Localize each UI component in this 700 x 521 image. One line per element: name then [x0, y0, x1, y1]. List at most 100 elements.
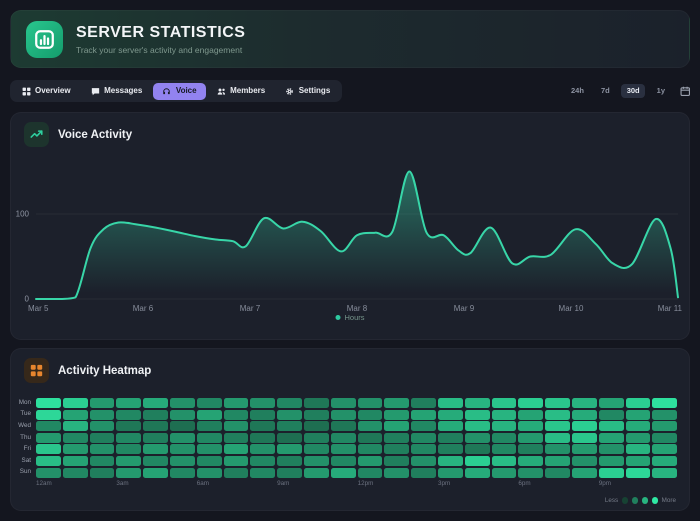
- heatmap-hour-label: 12am: [36, 481, 61, 487]
- heatmap-cell: [143, 421, 168, 431]
- heatmap-hour-label: [143, 481, 168, 487]
- heatmap-cell: [304, 410, 329, 420]
- calendar-button[interactable]: [677, 86, 691, 97]
- nav-row: OverviewMessagesVoiceMembers Settings 24h…: [10, 79, 690, 103]
- tab-bar: OverviewMessagesVoiceMembers Settings: [10, 80, 342, 102]
- tab-overview[interactable]: Overview: [13, 83, 80, 100]
- heatmap-hour-label: [492, 481, 517, 487]
- heatmap-legend-less: Less: [605, 497, 618, 504]
- heatmap-cell: [63, 444, 88, 454]
- heatmap-cell: [331, 421, 356, 431]
- heatmap-cell: [304, 421, 329, 431]
- x-tick-label: Mar 10: [559, 304, 584, 313]
- heatmap-cell: [465, 410, 490, 420]
- heatmap-cell: [250, 456, 275, 466]
- heatmap-cell: [518, 421, 543, 431]
- heatmap-day-label: Wed: [17, 423, 34, 429]
- heatmap-cell: [358, 468, 383, 478]
- heatmap-hour-label: [465, 481, 490, 487]
- heatmap-day-label: Mon: [17, 400, 34, 406]
- heatmap-cell: [331, 398, 356, 408]
- heatmap-cell: [438, 468, 463, 478]
- heatmap-cell: [331, 444, 356, 454]
- x-tick-label: Mar 7: [240, 304, 261, 313]
- heatmap-hour-label: [384, 481, 409, 487]
- heatmap-cell: [116, 468, 141, 478]
- heatmap-hour-label: [652, 481, 677, 487]
- heatmap-cell: [438, 421, 463, 431]
- heatmap-cell: [492, 468, 517, 478]
- tab-label: Settings: [299, 87, 331, 95]
- heatmap-cell: [36, 410, 61, 420]
- x-tick-label: Mar 9: [454, 304, 475, 313]
- tab-members[interactable]: Members: [208, 83, 275, 100]
- heatmap-cell: [143, 398, 168, 408]
- heatmap-cell: [465, 433, 490, 443]
- voice-panel-title: Voice Activity: [58, 129, 132, 141]
- range-30d[interactable]: 30d: [621, 84, 645, 99]
- heatmap-cell: [465, 444, 490, 454]
- heatmap-cell: [331, 456, 356, 466]
- heatmap-cell: [36, 468, 61, 478]
- heatmap-cell: [250, 444, 275, 454]
- heatmap-cell: [384, 468, 409, 478]
- tab-settings[interactable]: Settings: [276, 83, 339, 100]
- grid-icon: [30, 364, 43, 377]
- heatmap-cell: [90, 421, 115, 431]
- heatmap-cell: [438, 444, 463, 454]
- heatmap-cell: [90, 398, 115, 408]
- heatmap-cell: [358, 398, 383, 408]
- x-tick-label: Mar 5: [28, 304, 49, 313]
- y-tick-label: 0: [25, 295, 30, 304]
- heatmap-cell: [170, 421, 195, 431]
- heatmap-cell: [572, 433, 597, 443]
- headphones-icon: [162, 87, 171, 96]
- grid-icon: [22, 87, 31, 96]
- heatmap-cell: [170, 444, 195, 454]
- range-7d[interactable]: 7d: [595, 84, 615, 99]
- tab-messages[interactable]: Messages: [82, 83, 152, 100]
- heatmap-legend-more: More: [662, 497, 676, 504]
- heatmap-cell: [170, 433, 195, 443]
- heatmap-cell: [90, 410, 115, 420]
- heatmap-cell: [626, 421, 651, 431]
- heatmap-cell: [197, 410, 222, 420]
- heatmap-cell: [384, 444, 409, 454]
- range-24h[interactable]: 24h: [566, 84, 590, 99]
- heatmap-hour-label: [90, 481, 115, 487]
- heatmap-cell: [143, 468, 168, 478]
- heatmap-cell: [197, 433, 222, 443]
- heatmap-hour-label: [63, 481, 88, 487]
- heatmap-cell: [36, 456, 61, 466]
- heatmap-cell: [626, 456, 651, 466]
- heatmap-cell: [626, 433, 651, 443]
- heatmap-cell: [438, 456, 463, 466]
- heatmap-hour-label: [545, 481, 570, 487]
- tab-voice[interactable]: Voice: [153, 83, 205, 100]
- heatmap-cell: [358, 456, 383, 466]
- heatmap-cell: [411, 456, 436, 466]
- heatmap-cell: [545, 468, 570, 478]
- heatmap-cell: [572, 468, 597, 478]
- heatmap-cell: [224, 398, 249, 408]
- heatmap-cell: [358, 433, 383, 443]
- heatmap-cell: [572, 398, 597, 408]
- time-range-group: 24h 7d 30d 1y: [566, 84, 690, 99]
- heatmap-cell: [90, 468, 115, 478]
- heatmap-cell: [411, 444, 436, 454]
- heatmap-cell: [116, 421, 141, 431]
- heatmap-cell: [518, 456, 543, 466]
- heatmap-cell: [143, 456, 168, 466]
- heatmap-cell: [518, 444, 543, 454]
- heatmap-cell: [411, 398, 436, 408]
- range-1y[interactable]: 1y: [651, 84, 670, 99]
- heatmap-cell: [116, 433, 141, 443]
- heatmap-cell: [250, 421, 275, 431]
- heatmap-cell: [197, 456, 222, 466]
- heatmap-day-label: Tue: [17, 411, 34, 417]
- heatmap-hour-label: 9am: [277, 481, 302, 487]
- heatmap-cell: [652, 410, 677, 420]
- calendar-icon: [680, 86, 691, 97]
- heatmap-cell: [304, 398, 329, 408]
- heatmap-cell: [197, 468, 222, 478]
